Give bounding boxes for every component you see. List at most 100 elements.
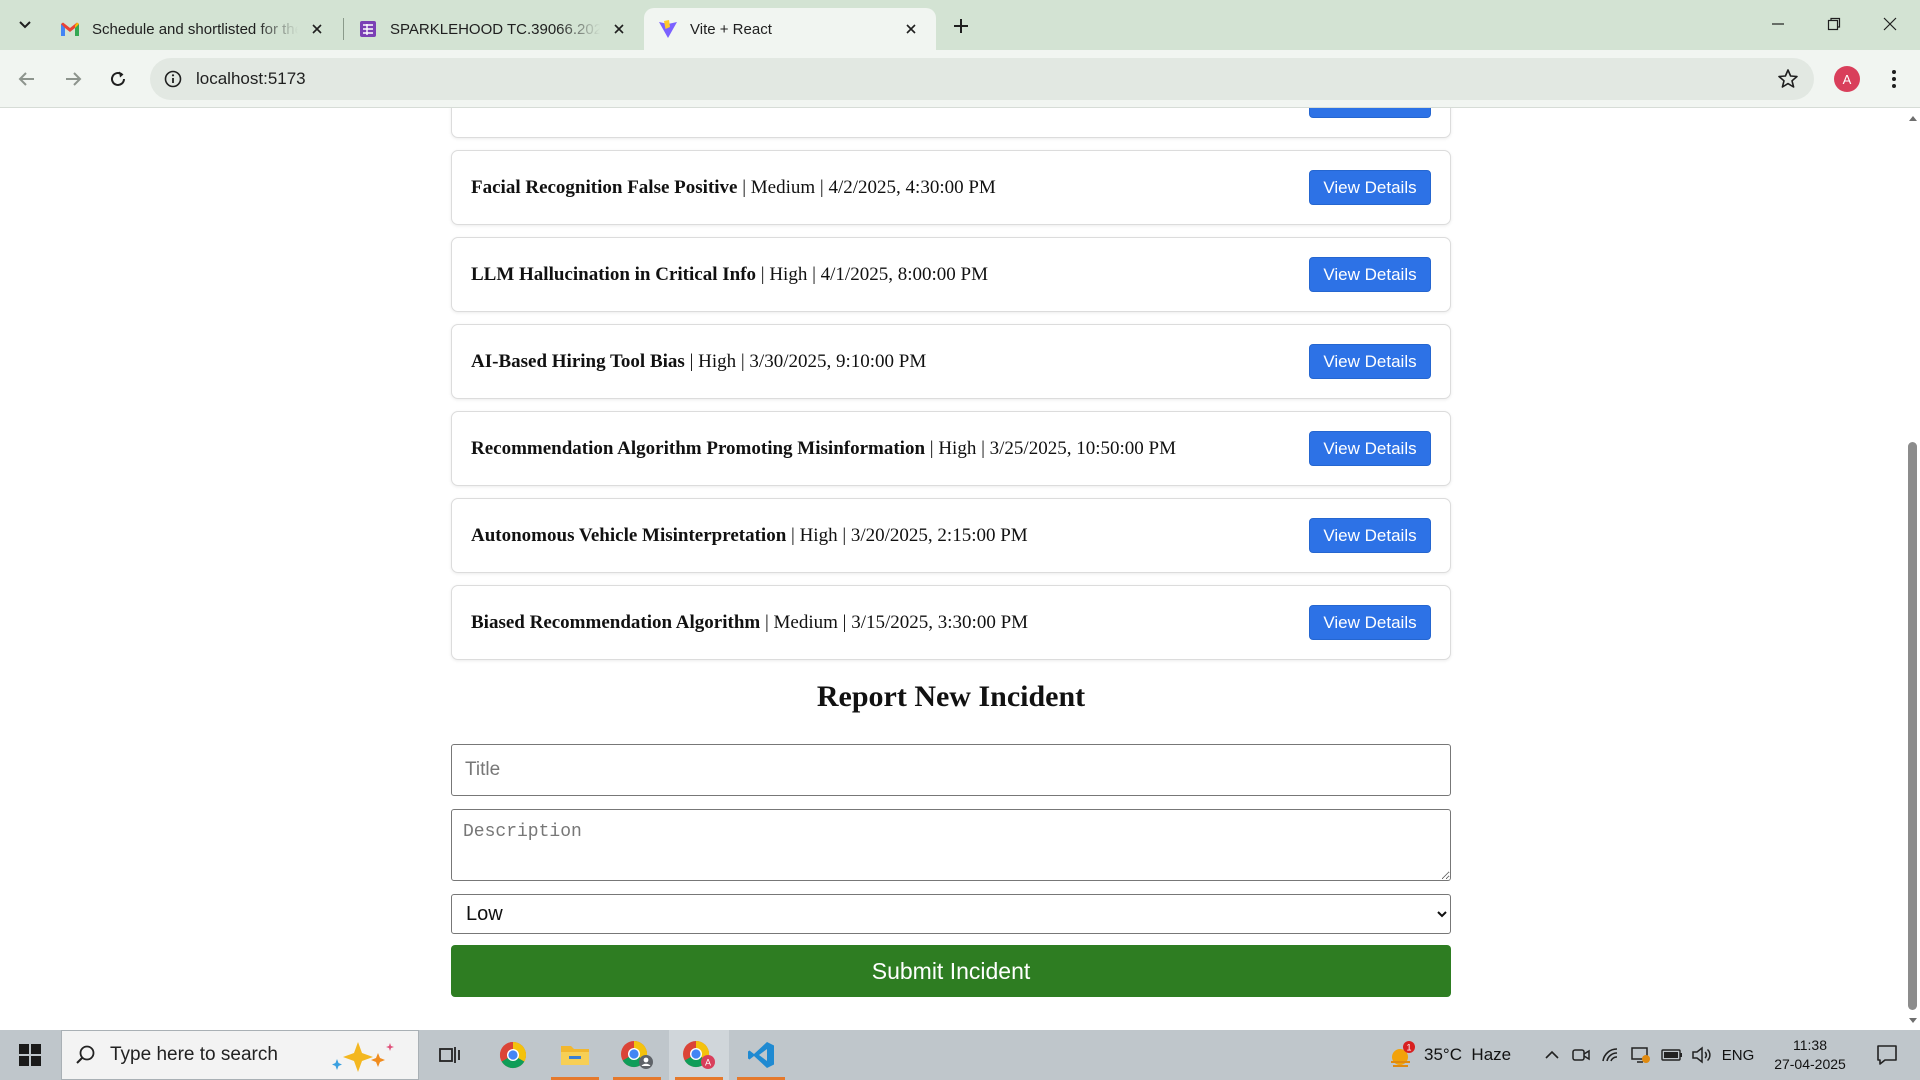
weather-badge: 1 <box>1406 1043 1411 1053</box>
browser-menu-button[interactable] <box>1880 62 1908 96</box>
reload-button[interactable] <box>101 62 135 96</box>
taskbar-file-explorer[interactable] <box>545 1030 605 1080</box>
incident-summary: LLM Hallucination in Critical Info | Hig… <box>471 264 1309 286</box>
battery-icon[interactable] <box>1658 1030 1686 1080</box>
minimize-icon <box>1772 23 1784 25</box>
restore-icon <box>1827 17 1841 31</box>
incident-card-partial: View Details <box>451 108 1451 138</box>
url-text: localhost:5173 <box>196 69 306 88</box>
wifi-icon[interactable] <box>1598 1030 1624 1080</box>
address-bar[interactable]: localhost:5173 <box>150 58 1814 100</box>
tab-search-button[interactable] <box>10 11 40 39</box>
network-warning-icon[interactable] <box>1628 1030 1654 1080</box>
view-details-button[interactable]: View Details <box>1309 170 1431 205</box>
language-indicator[interactable]: ENG <box>1718 1030 1758 1080</box>
incident-meta: | High | 3/25/2025, 10:50:00 PM <box>925 437 1176 459</box>
close-window-button[interactable] <box>1862 0 1918 48</box>
sheets-icon <box>358 19 378 39</box>
page-viewport: View Details Facial Recognition False Po… <box>0 108 1905 1030</box>
view-details-button[interactable]: View Details <box>1309 344 1431 379</box>
incident-meta: | High | 4/1/2025, 8:00:00 PM <box>756 263 988 285</box>
incident-meta: | Medium | 3/15/2025, 3:30:00 PM <box>760 611 1029 633</box>
view-details-button[interactable]: View Details <box>1309 605 1431 640</box>
incident-title: AI-Based Hiring Tool Bias <box>471 350 685 372</box>
incident-card: AI-Based Hiring Tool Bias | High | 3/30/… <box>451 324 1451 399</box>
chrome-profile-icon: A <box>683 1040 715 1069</box>
forward-button[interactable] <box>56 62 90 96</box>
notification-icon <box>1877 1045 1897 1065</box>
tab-title: Schedule and shortlisted for the <box>92 20 298 38</box>
incident-title: LLM Hallucination in Critical Info <box>471 263 757 285</box>
taskbar-vscode[interactable] <box>731 1030 791 1080</box>
clock-date: 27-04-2025 <box>1774 1056 1846 1072</box>
taskbar-clock[interactable]: 11:38 27-04-2025 <box>1768 1036 1852 1074</box>
profile-avatar[interactable]: A <box>1834 66 1860 92</box>
windows-logo-icon <box>19 1044 41 1066</box>
scroll-down-arrow-icon[interactable] <box>1905 1014 1920 1026</box>
tab-title: Vite + React <box>690 20 772 38</box>
volume-icon[interactable] <box>1688 1030 1716 1080</box>
scrollbar-thumb[interactable] <box>1908 442 1917 1010</box>
submit-incident-button[interactable]: Submit Incident <box>451 945 1451 997</box>
notification-center-button[interactable] <box>1862 1030 1912 1080</box>
taskbar-chrome-active[interactable]: A <box>669 1030 729 1080</box>
taskbar-chrome-profile[interactable] <box>607 1030 667 1080</box>
incident-title: Biased Recommendation Algorithm <box>471 611 761 633</box>
page-scrollbar[interactable] <box>1905 108 1920 1030</box>
search-icon <box>62 1044 110 1066</box>
arrow-right-icon <box>66 72 82 86</box>
browser-tabstrip: Schedule and shortlisted for the SPARKLE… <box>0 0 1920 50</box>
tab-gmail[interactable]: Schedule and shortlisted for the <box>46 8 342 50</box>
chrome-icon <box>499 1041 527 1069</box>
view-details-button[interactable]: View Details <box>1309 108 1431 118</box>
incident-title: Autonomous Vehicle Misinterpretation <box>471 524 787 546</box>
report-form-heading: Report New Incident <box>816 680 1086 713</box>
task-view-icon <box>439 1047 460 1063</box>
incident-summary: Biased Recommendation Algorithm | Medium… <box>471 612 1309 634</box>
close-icon[interactable] <box>608 18 630 40</box>
tab-sheets[interactable]: SPARKLEHOOD TC.39066.2026. <box>344 8 644 50</box>
bookmark-star-icon[interactable] <box>1776 67 1800 91</box>
back-button[interactable] <box>10 62 44 96</box>
meet-now-icon[interactable] <box>1568 1030 1594 1080</box>
severity-select[interactable]: Low <box>451 894 1451 934</box>
folder-icon <box>561 1046 589 1065</box>
weather-icon[interactable]: 1 <box>1382 1030 1422 1080</box>
incident-meta: | Medium | 4/2/2025, 4:30:00 PM <box>737 176 996 198</box>
minimize-button[interactable] <box>1750 0 1806 48</box>
incident-summary: AI-Based Hiring Tool Bias | High | 3/30/… <box>471 351 1309 373</box>
close-icon <box>1883 17 1897 31</box>
close-icon[interactable] <box>900 18 922 40</box>
taskbar-chrome[interactable] <box>483 1030 543 1080</box>
new-tab-button[interactable] <box>946 11 976 41</box>
weather-text[interactable]: 35°C Haze <box>1424 1030 1550 1080</box>
view-details-button[interactable]: View Details <box>1309 518 1431 553</box>
windows-taskbar: Type here to search A 1 35°C Haze ENG 11… <box>0 1030 1920 1080</box>
incident-card: LLM Hallucination in Critical Info | Hig… <box>451 237 1451 312</box>
description-textarea[interactable] <box>451 809 1451 881</box>
incident-title: Facial Recognition False Positive <box>471 176 738 198</box>
more-vert-icon <box>1892 70 1896 88</box>
incident-card: Autonomous Vehicle Misinterpretation | H… <box>451 498 1451 573</box>
show-hidden-icons-chevron-up-icon[interactable] <box>1538 1030 1566 1080</box>
reload-icon <box>111 71 125 86</box>
view-details-button[interactable]: View Details <box>1309 257 1431 292</box>
vite-icon <box>658 19 678 39</box>
incident-meta: | High | 3/20/2025, 2:15:00 PM <box>786 524 1028 546</box>
scroll-up-arrow-icon[interactable] <box>1905 112 1920 124</box>
tab-vite-react[interactable]: Vite + React <box>644 8 936 50</box>
incident-title: Recommendation Algorithm Promoting Misin… <box>471 437 926 459</box>
restore-button[interactable] <box>1806 0 1862 48</box>
site-info-icon[interactable] <box>150 58 196 100</box>
arrow-left-icon <box>18 72 34 86</box>
title-input[interactable] <box>451 744 1451 796</box>
taskbar-search-box[interactable]: Type here to search <box>61 1030 419 1080</box>
close-icon[interactable] <box>306 18 328 40</box>
start-button[interactable] <box>0 1030 60 1080</box>
vscode-icon <box>748 1042 774 1068</box>
tab-title: SPARKLEHOOD TC.39066.2026. <box>390 20 600 38</box>
view-details-button[interactable]: View Details <box>1309 431 1431 466</box>
incident-card: Facial Recognition False Positive | Medi… <box>451 150 1451 225</box>
plus-icon <box>954 19 968 33</box>
task-view-button[interactable] <box>420 1030 480 1080</box>
